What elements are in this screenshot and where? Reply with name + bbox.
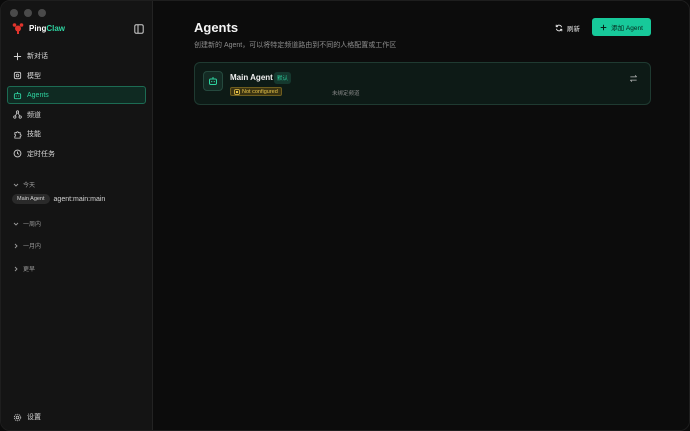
nav-item-label: 模型 xyxy=(27,72,41,80)
agent-card[interactable]: Main Agent 默认 Not configured 未绑定频道 xyxy=(194,62,651,105)
history-group-label: 一月内 xyxy=(23,244,42,250)
refresh-icon xyxy=(555,24,563,31)
nav-item-label: 定时任务 xyxy=(27,150,55,158)
cube-icon xyxy=(13,71,22,80)
maximize-window-button[interactable] xyxy=(38,9,46,17)
add-agent-label: 添加 Agent xyxy=(611,25,643,32)
close-window-button[interactable] xyxy=(10,9,18,17)
brand-name-part2: Claw xyxy=(46,23,66,33)
nav-item-agents[interactable]: Agents xyxy=(7,86,146,104)
history-group-label: 更早 xyxy=(23,267,36,273)
recent-conversation[interactable]: Main Agent agent:main:main xyxy=(12,194,105,204)
sidebar-nav: 新对话 模型 Agents 频道 技能 定时任务 xyxy=(7,47,146,164)
settings-label: 设置 xyxy=(27,414,41,421)
status-badge: Not configured xyxy=(230,87,282,96)
nav-item-label: 频道 xyxy=(27,111,41,119)
page-title: Agents xyxy=(194,20,239,35)
agent-avatar xyxy=(203,71,223,91)
bot-icon xyxy=(13,91,22,99)
nav-item-models[interactable]: 模型 xyxy=(7,67,146,85)
chevron-right-icon xyxy=(14,243,18,248)
nav-item-channels[interactable]: 频道 xyxy=(7,106,146,124)
status-label: Not configured xyxy=(242,88,278,95)
channel-binding-text: 未绑定频道 xyxy=(332,91,360,97)
chevron-down-icon xyxy=(13,183,19,187)
add-agent-button[interactable]: 添加 Agent xyxy=(592,18,651,36)
warning-box-icon xyxy=(234,88,240,95)
nav-item-label: 新对话 xyxy=(27,53,48,60)
chevron-right-icon xyxy=(14,266,18,271)
bot-icon xyxy=(209,77,217,85)
lobster-logo-icon xyxy=(12,23,24,34)
nav-item-scheduled-tasks[interactable]: 定时任务 xyxy=(7,145,146,163)
history-group-label: 今天 xyxy=(23,183,36,189)
plus-icon xyxy=(600,24,607,30)
default-badge: 默认 xyxy=(274,72,292,84)
gear-icon xyxy=(13,413,22,421)
nav-item-skills[interactable]: 技能 xyxy=(7,125,146,143)
agent-name: Main Agent xyxy=(230,73,273,82)
sidebar: PingClaw 新对话 模型 Agents 频道 技能 定时任务 今天 Mai… xyxy=(1,1,153,430)
sidebar-toggle-icon[interactable] xyxy=(134,24,144,34)
clock-icon xyxy=(13,149,22,158)
conversation-title: agent:main:main xyxy=(53,195,106,203)
history-group-earlier[interactable]: 更早 xyxy=(13,264,35,273)
nav-item-label: Agents xyxy=(27,91,49,99)
chevron-down-icon xyxy=(13,222,19,226)
history-group-label: 一周内 xyxy=(23,222,42,228)
brand-name: PingClaw xyxy=(29,24,65,33)
refresh-label: 刷新 xyxy=(567,25,580,33)
app-window: PingClaw 新对话 模型 Agents 频道 技能 定时任务 今天 Mai… xyxy=(0,0,690,431)
history-group-today[interactable]: 今天 xyxy=(13,180,35,189)
main-content: Agents 创建新的 Agent，可以将特定频道路由到不同的人格配置或工作区 … xyxy=(154,1,689,430)
agent-chip: Main Agent xyxy=(12,194,50,204)
nav-item-new-chat[interactable]: 新对话 xyxy=(7,47,146,65)
history-group-week[interactable]: 一周内 xyxy=(13,219,41,228)
brand: PingClaw xyxy=(12,22,65,34)
plus-icon xyxy=(13,52,22,60)
brand-name-part1: Ping xyxy=(29,23,47,33)
refresh-button[interactable]: 刷新 xyxy=(550,20,585,35)
settings-button[interactable]: 设置 xyxy=(13,412,41,422)
puzzle-icon xyxy=(14,130,22,139)
swap-icon[interactable] xyxy=(629,74,638,83)
window-controls xyxy=(10,9,46,17)
network-icon xyxy=(13,110,22,119)
minimize-window-button[interactable] xyxy=(24,9,32,17)
nav-item-label: 技能 xyxy=(27,131,41,138)
history-group-month[interactable]: 一月内 xyxy=(13,241,41,250)
page-subtitle: 创建新的 Agent，可以将特定频道路由到不同的人格配置或工作区 xyxy=(194,42,397,49)
